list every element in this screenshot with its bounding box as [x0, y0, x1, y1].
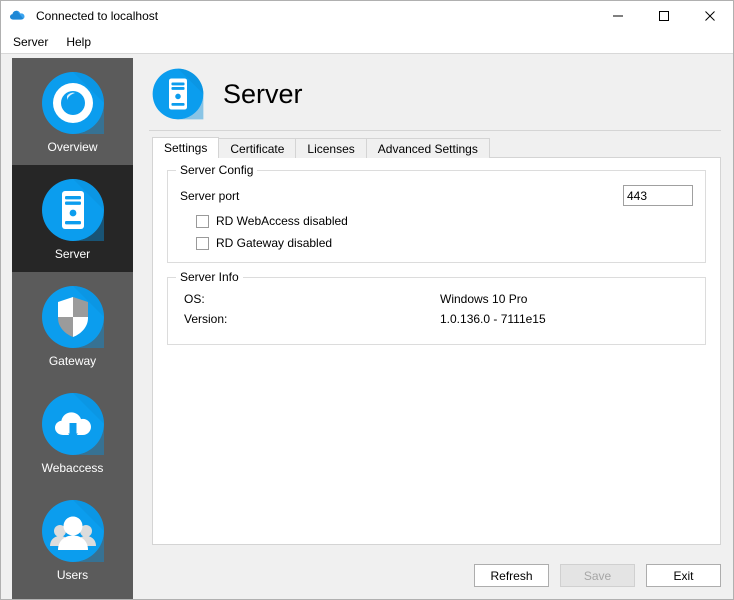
refresh-button[interactable]: Refresh [474, 564, 549, 587]
menu-bar: Server Help [1, 31, 733, 53]
sidebar-item-label: Webaccess [41, 461, 104, 475]
version-value: 1.0.136.0 - 7111e15 [440, 312, 546, 326]
version-label: Version: [184, 312, 228, 326]
cloud-icon [8, 6, 28, 26]
os-label: OS: [184, 292, 205, 306]
title-bar: Connected to localhost [1, 1, 733, 31]
menu-item-server[interactable]: Server [9, 33, 56, 52]
app-window: Connected to localhost Server Help Overv… [0, 0, 734, 600]
main-panel: Server Settings Certificate Licenses Adv… [147, 58, 723, 599]
server-tower-icon [40, 177, 106, 243]
server-port-input[interactable] [623, 185, 693, 206]
sidebar-item-users[interactable]: Users [12, 486, 133, 593]
window-controls [595, 1, 733, 31]
rd-webaccess-disabled-checkbox[interactable] [196, 214, 209, 228]
menu-item-help[interactable]: Help [62, 33, 99, 52]
rd-gateway-disabled-checkbox[interactable] [196, 236, 209, 250]
server-port-label: Server port [180, 188, 240, 203]
window-title: Connected to localhost [36, 9, 159, 23]
rd-webaccess-disabled-label: RD WebAccess disabled [216, 214, 348, 228]
footer-buttons: Refresh Save Exit [474, 564, 721, 587]
sidebar-item-server[interactable]: Server [12, 165, 133, 272]
tab-licenses[interactable]: Licenses [295, 138, 367, 158]
server-info-row: Version: 1.0.136.0 - 7111e15 [180, 312, 693, 326]
page-header: Server [147, 58, 723, 130]
sidebar-item-label: Overview [47, 140, 98, 154]
users-group-icon [40, 498, 106, 564]
save-button: Save [560, 564, 635, 587]
server-info-row: OS: Windows 10 Pro [180, 292, 693, 306]
header-separator [149, 130, 721, 131]
minimize-icon[interactable] [595, 1, 641, 31]
sidebar-item-label: Users [56, 568, 89, 582]
server-tower-icon [151, 67, 205, 121]
tab-settings[interactable]: Settings [152, 137, 220, 158]
tab-certificate[interactable]: Certificate [218, 138, 297, 158]
rd-gateway-disabled-label: RD Gateway disabled [216, 236, 333, 250]
group-title: Server Config [176, 163, 258, 177]
tab-bar: Settings Certificate Licenses Advanced S… [147, 137, 723, 158]
os-value: Windows 10 Pro [440, 292, 528, 306]
overview-circle-icon [40, 70, 106, 136]
sidebar-item-label: Gateway [48, 354, 97, 368]
sidebar-item-gateway[interactable]: Gateway [12, 272, 133, 379]
client-area: Overview Server Gateway Webaccess Users … [1, 53, 733, 599]
page-title: Server [223, 78, 303, 109]
tab-panel-settings: Server Config Server port RD WebAccess d… [152, 157, 721, 545]
server-info-group: Server Info OS: Windows 10 Pro Version: … [167, 270, 706, 345]
sidebar-item-webaccess[interactable]: Webaccess [12, 379, 133, 486]
rd-gateway-disabled-checkbox-row[interactable]: RD Gateway disabled [196, 236, 693, 250]
sidebar: Overview Server Gateway Webaccess Users [12, 58, 133, 599]
maximize-icon[interactable] [641, 1, 687, 31]
server-config-group: Server Config Server port RD WebAccess d… [167, 163, 706, 263]
rd-webaccess-disabled-checkbox-row[interactable]: RD WebAccess disabled [196, 214, 693, 228]
server-port-row: Server port [180, 185, 693, 206]
group-title: Server Info [176, 270, 243, 284]
cloud-arrow-icon [40, 391, 106, 457]
sidebar-item-label: Server [54, 247, 91, 261]
close-icon[interactable] [687, 1, 733, 31]
shield-icon [40, 284, 106, 350]
sidebar-item-overview[interactable]: Overview [12, 58, 133, 165]
exit-button[interactable]: Exit [646, 564, 721, 587]
tab-advanced-settings[interactable]: Advanced Settings [365, 138, 490, 158]
